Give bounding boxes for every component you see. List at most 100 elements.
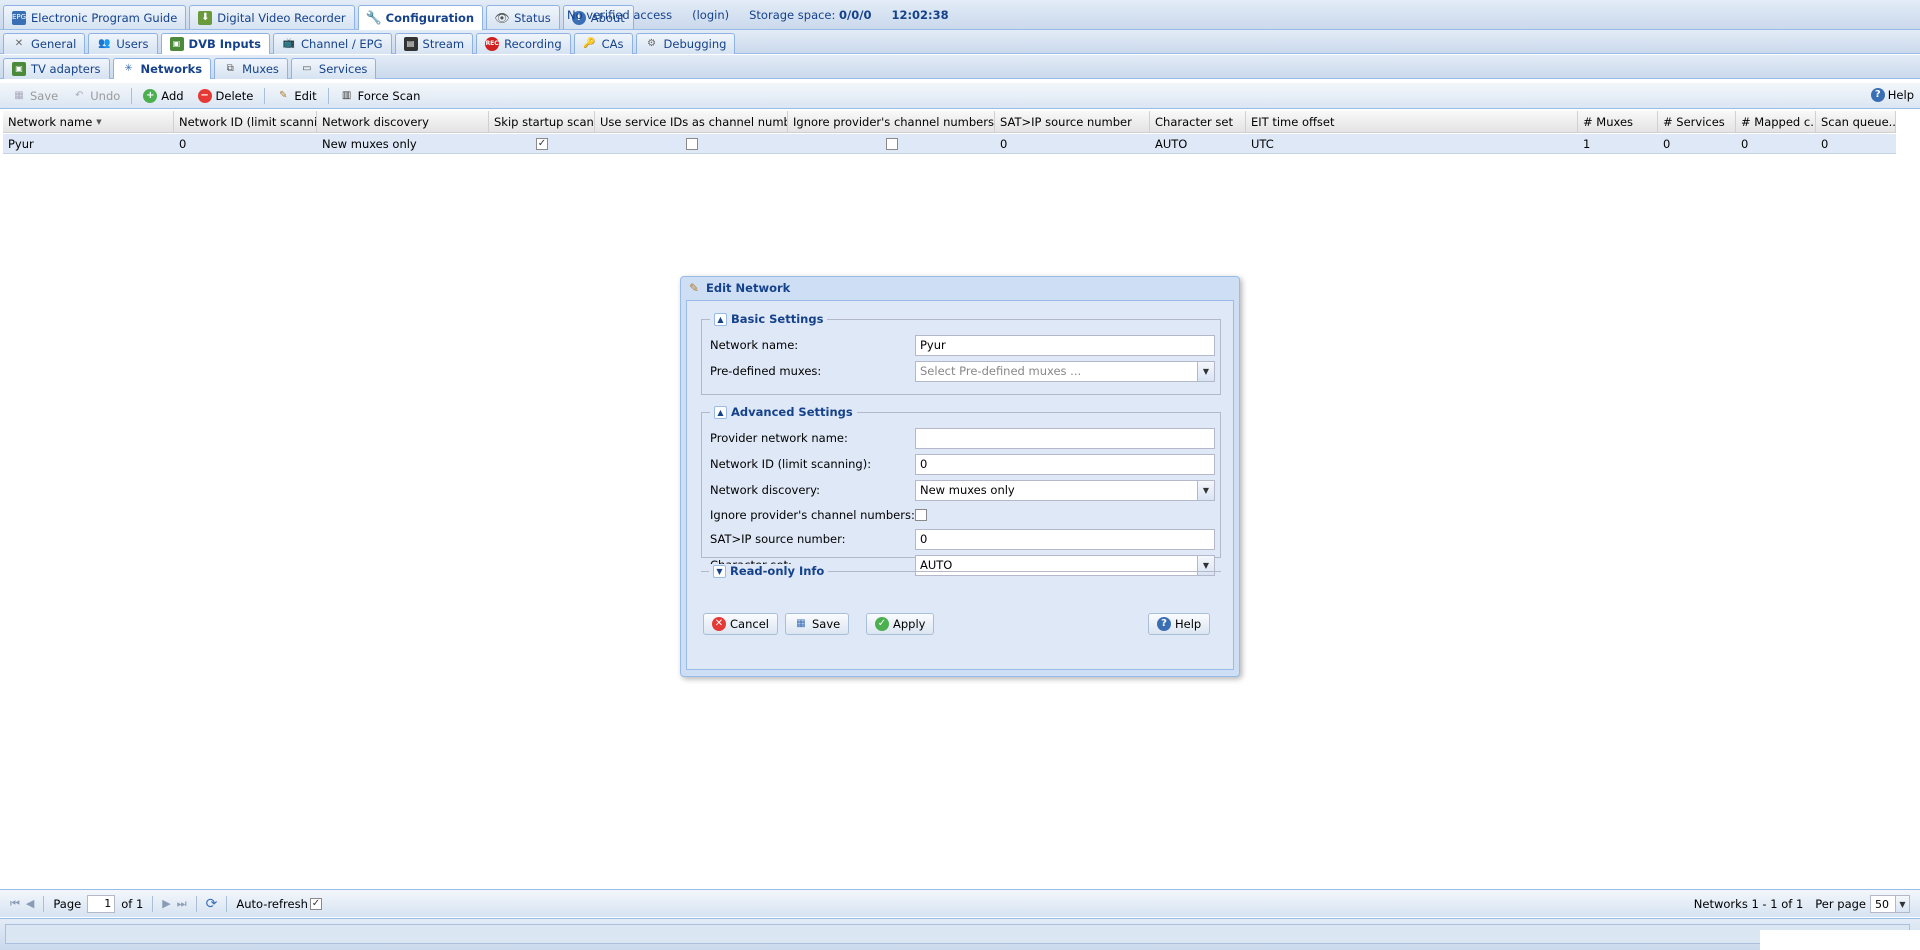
- save-button[interactable]: ▦ Save: [6, 87, 64, 105]
- network-id-input[interactable]: 0: [915, 453, 1215, 475]
- footer-bar: [0, 918, 1920, 950]
- toolbar-help-button[interactable]: ? Help: [1870, 88, 1914, 102]
- refresh-icon[interactable]: ⟳: [206, 896, 218, 912]
- column-services[interactable]: # Services: [1658, 111, 1736, 133]
- readonly-info-legend[interactable]: ▼ Read-only Info: [709, 564, 829, 578]
- cell-network-discovery: New muxes only: [322, 137, 417, 151]
- basic-settings-fieldset: ▲ Basic Settings Network name: Pyur Pre-…: [701, 312, 1221, 395]
- login-link[interactable]: (login): [692, 8, 729, 22]
- undo-icon: ↶: [75, 89, 84, 101]
- column-use-service-ids[interactable]: Use service IDs as channel numbers: [595, 111, 788, 133]
- tab-debugging[interactable]: ⚙ Debugging: [635, 33, 736, 54]
- dialog-title-bar[interactable]: ✎ Edit Network: [681, 277, 1239, 299]
- ignore-provider-checkbox[interactable]: [915, 509, 927, 521]
- cancel-button[interactable]: ✕ Cancel: [703, 613, 778, 635]
- column-character-set[interactable]: Character set: [1150, 111, 1246, 133]
- provider-name-row: Provider network name:: [710, 427, 1215, 449]
- paging-toolbar: ⏮ ◀ Page 1 of 1 ▶ ⏭ ⟳ Auto-refresh ✓ Net…: [0, 889, 1920, 917]
- tab-cas[interactable]: 🔑 CAs: [573, 33, 633, 54]
- eye-icon: 👁: [494, 10, 510, 25]
- footer-corner: [1760, 930, 1920, 950]
- prev-page-icon[interactable]: ◀: [26, 897, 34, 910]
- cell-mapped-channels: 0: [1741, 137, 1749, 151]
- collapse-icon[interactable]: ▲: [714, 405, 727, 419]
- services-icon: ▭: [302, 63, 312, 74]
- ignore-provider-checkbox[interactable]: [885, 138, 898, 150]
- rec-icon: REC: [485, 37, 500, 51]
- column-skip-startup-scan[interactable]: Skip startup scan: [489, 111, 595, 133]
- chevron-down-icon[interactable]: ▼: [1197, 480, 1214, 500]
- column-network-name[interactable]: Network name ▼: [3, 111, 174, 133]
- per-page-group: Per page 50 ▼: [1815, 895, 1910, 913]
- sort-desc-icon: ▼: [96, 118, 102, 126]
- character-set-combo[interactable]: AUTO ▼: [915, 554, 1215, 576]
- apply-icon: ✓: [875, 617, 889, 631]
- tab-status[interactable]: 👁 Status: [486, 5, 560, 29]
- dialog-body: ▲ Basic Settings Network name: Pyur Pre-…: [686, 300, 1234, 670]
- network-discovery-combo[interactable]: New muxes only ▼: [915, 479, 1215, 501]
- collapse-icon[interactable]: ▲: [714, 312, 727, 326]
- page-count: of 1: [121, 896, 144, 911]
- tab-tv-adapters[interactable]: ▣ TV adapters: [3, 58, 110, 79]
- delete-button[interactable]: − Delete: [192, 87, 260, 105]
- per-page-combo[interactable]: 50 ▼: [1870, 895, 1910, 913]
- pager-separator: [152, 895, 154, 912]
- auto-refresh-checkbox[interactable]: ✓: [309, 897, 322, 910]
- tab-services[interactable]: ▭ Services: [290, 58, 377, 79]
- tv-card-icon: ▣: [169, 37, 184, 51]
- page-input[interactable]: 1: [87, 894, 116, 913]
- cancel-icon: ✕: [712, 617, 726, 631]
- column-network-discovery[interactable]: Network discovery: [317, 111, 489, 133]
- pager-separator: [43, 895, 45, 912]
- column-mapped-channels[interactable]: # Mapped c...: [1736, 111, 1816, 133]
- skip-startup-scan-checkbox[interactable]: ✓: [536, 138, 548, 150]
- satip-source-input[interactable]: 0: [915, 528, 1215, 550]
- column-scan-queue[interactable]: Scan queue...: [1816, 111, 1896, 133]
- edit-network-dialog: ✎ Edit Network ▲ Basic Settings Network …: [680, 276, 1240, 677]
- tab-configuration[interactable]: 🔧 Configuration: [357, 5, 484, 30]
- column-muxes[interactable]: # Muxes: [1578, 111, 1658, 133]
- dialog-help-button[interactable]: ? Help: [1148, 613, 1211, 635]
- tv-icon: 📺: [282, 38, 296, 49]
- column-satip-source[interactable]: SAT>IP source number: [995, 111, 1150, 133]
- cell-character-set: AUTO: [1155, 137, 1188, 151]
- apply-button[interactable]: ✓ Apply: [866, 613, 935, 635]
- tab-recording[interactable]: REC Recording: [476, 33, 571, 54]
- tab-muxes[interactable]: ⧉ Muxes: [214, 58, 288, 79]
- force-scan-button[interactable]: ▥ Force Scan: [334, 87, 427, 105]
- use-service-ids-checkbox[interactable]: [685, 138, 698, 150]
- tab-networks[interactable]: ✳ Networks: [112, 58, 212, 79]
- column-network-id[interactable]: Network ID (limit scanning): [174, 111, 317, 133]
- column-ignore-provider-numbers[interactable]: Ignore provider's channel numbers: [788, 111, 995, 133]
- chevron-down-icon[interactable]: ▼: [1197, 361, 1214, 381]
- add-button[interactable]: + Add: [137, 87, 189, 105]
- tab-dvr[interactable]: ⬇ Digital Video Recorder: [189, 5, 355, 29]
- network-name-row: Network name: Pyur: [710, 334, 1215, 356]
- chevron-down-icon[interactable]: ▼: [1895, 896, 1909, 912]
- predefined-muxes-combo[interactable]: Select Pre-defined muxes ... ▼: [915, 360, 1215, 382]
- first-page-icon[interactable]: ⏮: [10, 897, 20, 911]
- basic-settings-legend[interactable]: ▲ Basic Settings: [710, 312, 828, 326]
- pager-right: Networks 1 - 1 of 1 Per page 50 ▼: [1694, 895, 1910, 913]
- last-page-icon[interactable]: ⏭: [177, 897, 187, 911]
- network-name-input[interactable]: Pyur: [915, 334, 1215, 356]
- grid-header: Network name ▼ Network ID (limit scanni n…: [3, 111, 1896, 133]
- main-tab-bar: EPG Electronic Program Guide ⬇ Digital V…: [0, 0, 1920, 30]
- expand-icon[interactable]: ▼: [713, 564, 726, 578]
- tab-stream[interactable]: ▤ Stream: [394, 33, 474, 54]
- edit-button[interactable]: ✎ Edit: [270, 87, 322, 105]
- provider-name-input[interactable]: [915, 427, 1215, 449]
- tab-dvb-inputs[interactable]: ▣ DVB Inputs: [160, 33, 270, 54]
- advanced-settings-legend[interactable]: ▲ Advanced Settings: [710, 405, 857, 419]
- tab-channel-epg[interactable]: 📺 Channel / EPG: [273, 33, 392, 54]
- tab-epg[interactable]: EPG Electronic Program Guide: [3, 5, 187, 29]
- log-panel: [5, 924, 1910, 944]
- tab-users[interactable]: 👥 Users: [88, 33, 158, 54]
- column-eit-offset[interactable]: EIT time offset: [1246, 111, 1578, 133]
- undo-button[interactable]: ↶ Undo: [66, 87, 126, 105]
- tab-general[interactable]: ✕ General: [3, 33, 86, 54]
- table-row[interactable]: Pyur 0 New muxes only ✓ 0 AUTO UTC 1 0 0…: [3, 134, 1896, 154]
- next-page-icon[interactable]: ▶: [162, 897, 170, 910]
- dialog-save-button[interactable]: ▦ Save: [785, 613, 850, 635]
- cell-network-name: Pyur: [8, 137, 34, 151]
